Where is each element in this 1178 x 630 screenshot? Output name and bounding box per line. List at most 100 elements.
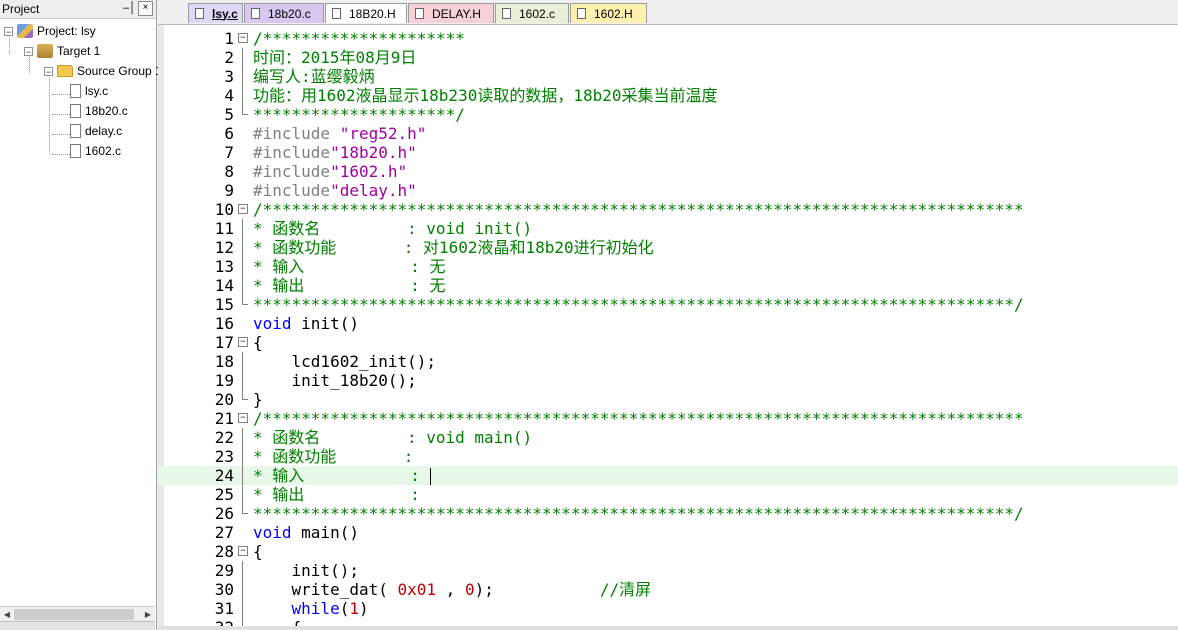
code-editor[interactable]: 1−/********************* 2 时间：2015年08月9日 3 编… xyxy=(158,25,1178,630)
code-text: ****************************************… xyxy=(253,295,1024,314)
project-horizontal-scrollbar[interactable]: ◀ ▶ xyxy=(0,606,155,622)
fold-guide xyxy=(242,238,243,257)
fold-guide xyxy=(242,466,243,485)
editor-tab-bar: lsy.c 18b20.c 18B20.H DELAY.H 1602.c 160… xyxy=(158,0,1178,25)
fold-toggle-icon[interactable]: − xyxy=(238,337,248,347)
tab-1602-h[interactable]: 1602.H xyxy=(570,3,647,23)
file-icon xyxy=(70,124,81,138)
tab-lsy-c[interactable]: lsy.c xyxy=(188,3,243,23)
project-pane-title: Project xyxy=(2,2,40,16)
tab-18b20-c[interactable]: 18b20.c xyxy=(244,3,324,23)
code-text: * 输入 : 无 xyxy=(253,257,446,276)
code-line[interactable]: 20} xyxy=(158,390,1178,409)
tree-item-file[interactable]: delay.c xyxy=(68,122,122,140)
file-icon xyxy=(195,8,204,19)
tab-1602-c[interactable]: 1602.c xyxy=(495,3,569,23)
code-line[interactable]: 26 **************************************… xyxy=(158,504,1178,523)
code-line[interactable]: 8 #include"1602.h" xyxy=(158,162,1178,181)
code-line[interactable]: 3 编写人:蓝缨毅炳 xyxy=(158,67,1178,86)
tree-item-source-group[interactable]: − Source Group 1 xyxy=(44,62,162,80)
code-line[interactable]: 12 * 函数功能 : 对1602液晶和18b20进行初始化 xyxy=(158,238,1178,257)
code-text: * 函数功能 : xyxy=(253,447,414,466)
code-line[interactable]: 10−/************************************… xyxy=(158,200,1178,219)
close-icon[interactable]: × xyxy=(138,1,153,16)
file-icon xyxy=(502,8,511,19)
scroll-left-icon[interactable]: ◀ xyxy=(1,608,13,621)
line-number: 28 xyxy=(214,542,234,561)
code-line[interactable]: 14 * 输出 : 无 xyxy=(158,276,1178,295)
code-text: 编写人:蓝缨毅炳 xyxy=(253,67,375,86)
code-line[interactable]: 29 init(); xyxy=(158,561,1178,580)
tab-delay-h[interactable]: DELAY.H xyxy=(408,3,494,23)
project-pane: Project –│ × − Project: lsy − Target 1 −… xyxy=(0,0,162,630)
line-number: 31 xyxy=(214,599,234,618)
collapse-icon[interactable]: − xyxy=(24,46,33,56)
collapse-icon[interactable]: − xyxy=(4,26,13,36)
code-line[interactable]: 4 功能：用1602液晶显示18b230读取的数据，18b20采集当前温度 xyxy=(158,86,1178,105)
line-number: 21 xyxy=(214,409,234,428)
code-line[interactable]: 24 * 输入 : xyxy=(158,466,1178,485)
scrollbar-thumb[interactable] xyxy=(14,609,134,620)
code-line[interactable]: 11 * 函数名 : void init() xyxy=(158,219,1178,238)
pin-icon[interactable]: –│ xyxy=(123,2,136,14)
tree-item-file[interactable]: 18b20.c xyxy=(68,102,128,120)
text-caret xyxy=(429,468,431,485)
fold-toggle-icon[interactable]: − xyxy=(238,546,248,556)
code-line[interactable]: 28−{ xyxy=(158,542,1178,561)
fold-guide xyxy=(242,352,243,371)
code-line[interactable]: 6 #include "reg52.h" xyxy=(158,124,1178,143)
fold-guide xyxy=(242,504,248,514)
code-line[interactable]: 27 void main() xyxy=(158,523,1178,542)
code-line[interactable]: 5 *********************/ xyxy=(158,105,1178,124)
code-line[interactable]: 22 * 函数名 : void main() xyxy=(158,428,1178,447)
fold-guide xyxy=(242,599,243,618)
scroll-right-icon[interactable]: ▶ xyxy=(142,608,154,621)
code-text: lcd1602_init(); xyxy=(253,352,437,371)
code-line[interactable]: 25 * 输出 : xyxy=(158,485,1178,504)
editor-horizontal-scrollbar[interactable] xyxy=(158,626,1178,630)
code-line[interactable]: 15 **************************************… xyxy=(158,295,1178,314)
line-number: 27 xyxy=(214,523,234,542)
tab-18b20-h[interactable]: 18B20.H xyxy=(325,3,407,23)
code-line[interactable]: 7 #include"18b20.h" xyxy=(158,143,1178,162)
code-line[interactable]: 13 * 输入 : 无 xyxy=(158,257,1178,276)
tree-item-file[interactable]: lsy.c xyxy=(68,82,108,100)
fold-guide xyxy=(242,67,243,86)
code-line[interactable]: 31 while(1) xyxy=(158,599,1178,618)
code-text: * 输出 : xyxy=(253,485,420,504)
tree-item-target[interactable]: − Target 1 xyxy=(24,42,100,60)
code-text: init_18b20(); xyxy=(253,371,417,390)
project-pane-tabs[interactable] xyxy=(0,621,155,630)
fold-guide xyxy=(242,371,243,390)
tree-item-label: delay.c xyxy=(85,124,123,138)
tab-label: 18B20.H xyxy=(349,6,396,21)
line-number: 24 xyxy=(214,466,234,485)
fold-guide xyxy=(242,428,243,447)
fold-toggle-icon[interactable]: − xyxy=(238,413,248,423)
code-line[interactable]: 1−/********************* xyxy=(158,29,1178,48)
code-text: { xyxy=(253,542,263,561)
tree-item-file[interactable]: 1602.c xyxy=(68,142,121,160)
code-line[interactable]: 2 时间：2015年08月9日 xyxy=(158,48,1178,67)
code-text: #include"1602.h" xyxy=(253,162,408,181)
line-number: 22 xyxy=(214,428,234,447)
code-text: * 输出 : 无 xyxy=(253,276,446,295)
file-icon xyxy=(70,144,81,158)
tree-item-project[interactable]: − Project: lsy xyxy=(4,22,96,40)
fold-guide xyxy=(242,561,243,580)
code-line[interactable]: 16 void init() xyxy=(158,314,1178,333)
code-line[interactable]: 9 #include"delay.h" xyxy=(158,181,1178,200)
code-line[interactable]: 19 init_18b20(); xyxy=(158,371,1178,390)
code-text: { xyxy=(253,333,263,352)
line-number: 5 xyxy=(224,105,234,124)
code-line[interactable]: 30 write_dat( 0x01 , 0); //清屏 xyxy=(158,580,1178,599)
file-icon xyxy=(70,104,81,118)
code-line[interactable]: 21−/************************************… xyxy=(158,409,1178,428)
code-text: #include"delay.h" xyxy=(253,181,417,200)
fold-toggle-icon[interactable]: − xyxy=(238,33,248,43)
collapse-icon[interactable]: − xyxy=(44,66,53,76)
code-line[interactable]: 17−{ xyxy=(158,333,1178,352)
code-line[interactable]: 18 lcd1602_init(); xyxy=(158,352,1178,371)
fold-toggle-icon[interactable]: − xyxy=(238,204,248,214)
code-line[interactable]: 23 * 函数功能 : xyxy=(158,447,1178,466)
